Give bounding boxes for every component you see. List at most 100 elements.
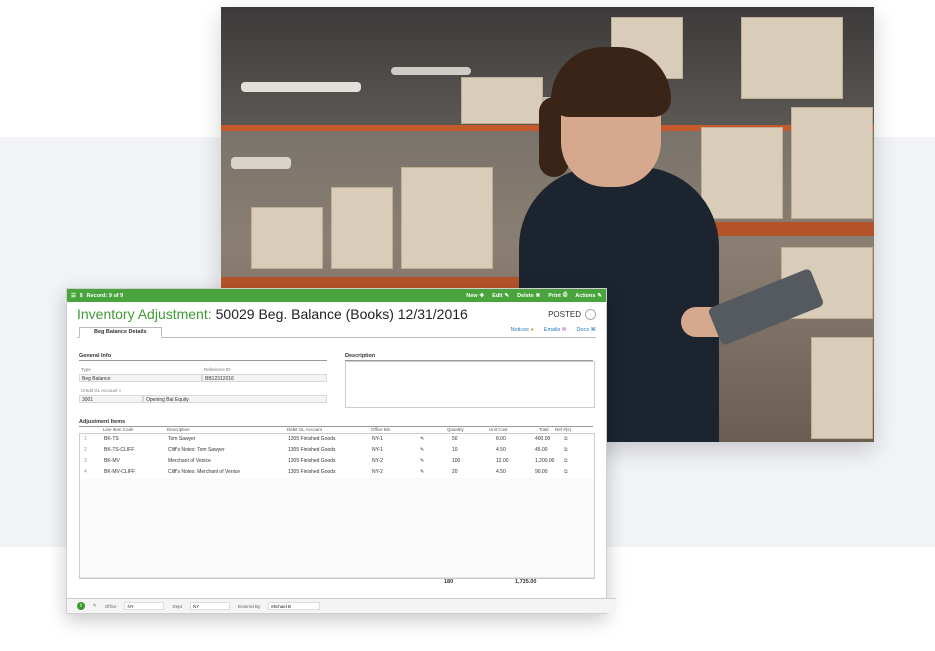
description-cell: Merchant of Venice — [168, 458, 211, 464]
info-icon[interactable]: i — [77, 602, 85, 610]
unit-cost-cell: 12.00 — [496, 458, 509, 464]
type-label: Type — [81, 367, 91, 372]
row-number: 4 — [84, 469, 87, 475]
docs-link[interactable]: Docs ⌘ — [576, 327, 596, 333]
quantity-cell: 20 — [452, 469, 458, 475]
description-cell: Cliff's Notes: Tom Sawyer — [168, 447, 225, 453]
page-title-row: Inventory Adjustment: 50029 Beg. Balance… — [67, 302, 606, 326]
shelf-box — [811, 337, 873, 439]
pin-icon[interactable]: ✎ — [420, 434, 424, 445]
top-toolbar: ☰ ⇕ Record: 9 of 9 New ✚ Edit ✎ Delete ✖ Pr… — [67, 289, 606, 302]
type-field[interactable]: Beg Balance — [79, 374, 202, 382]
column-header[interactable]: Office Bin — [371, 427, 390, 432]
description-heading: Description — [345, 353, 593, 361]
page-title-label: Inventory Adjustment: — [77, 306, 212, 322]
adjustment-items-heading: Adjustment Items — [79, 419, 593, 427]
shelf-box — [251, 207, 323, 269]
print-label: Print — [548, 292, 561, 299]
unit-cost-cell: 4.50 — [496, 447, 506, 453]
table-row[interactable] — [80, 566, 594, 578]
credit-gl-name-field: Opening Bal Equity — [143, 395, 327, 403]
reference-id-label: Reference ID — [204, 367, 231, 372]
pin-icon[interactable]: ✎ — [420, 467, 424, 478]
description-cell: Tom Sawyer — [168, 436, 196, 442]
ref-icon[interactable]: ⧉ — [564, 434, 568, 445]
print-button[interactable]: Print ⎙ — [548, 292, 567, 299]
office-bin-cell: NY-2 — [372, 469, 383, 475]
docs-label: Docs — [576, 327, 589, 333]
quantity-cell: 10 — [452, 447, 458, 453]
notices-link[interactable]: Notices ● — [511, 327, 534, 333]
reference-id-field[interactable]: BB12312016 — [202, 374, 327, 382]
emails-label: Emails — [543, 327, 561, 333]
ref-icon[interactable]: ⧉ — [564, 445, 568, 456]
credit-gl-account-field[interactable]: 3001 — [79, 395, 143, 403]
paperclip-icon: ⌘ — [590, 327, 597, 333]
line-item-code: BK-MV-CLIFF — [104, 469, 136, 475]
info-icon: ● — [530, 327, 534, 333]
delete-button[interactable]: Delete ✖ — [517, 292, 540, 299]
credit-gl-account-label[interactable]: Credit GL Account » — [81, 388, 121, 393]
ref-icon[interactable]: ⧉ — [564, 467, 568, 478]
column-header[interactable]: Total — [539, 427, 549, 432]
menu-icon[interactable]: ☰ — [71, 293, 76, 299]
row-number: 2 — [84, 447, 87, 453]
page-title: 50029 Beg. Balance (Books) 12/31/2016 — [215, 306, 468, 322]
pin-icon[interactable]: ✎ — [93, 603, 97, 609]
pin-icon[interactable]: ✎ — [420, 445, 424, 456]
quantity-cell: 50 — [452, 436, 458, 442]
emails-link[interactable]: Emails ✉ — [544, 327, 567, 333]
line-item-code: BK-TS-CLIFF — [104, 447, 135, 453]
pin-icon[interactable]: ✎ — [420, 456, 424, 467]
shelf-box — [741, 17, 843, 99]
description-textarea[interactable] — [345, 361, 595, 408]
edit-label: Edit — [492, 292, 503, 299]
office-bin-cell: NY-1 — [372, 436, 383, 442]
ref-icon[interactable]: ⧉ — [564, 456, 568, 467]
edit-button[interactable]: Edit ✎ — [492, 292, 509, 299]
status-toggle[interactable] — [585, 308, 596, 320]
column-header[interactable]: Description — [167, 427, 190, 432]
footer-bar: i ✎ Office NY Dept NY Entered By Michael… — [67, 598, 616, 613]
notices-label: Notices — [510, 327, 529, 333]
tab-beg-balance-details[interactable]: Beg Balance Details — [79, 327, 162, 338]
ceiling-light — [391, 67, 471, 75]
total-amount: 1,735.00 — [515, 579, 537, 585]
debit-gl-cell: 1305 Finished Goods — [288, 458, 336, 464]
shelf-box — [461, 77, 543, 124]
shelf-box — [791, 107, 873, 219]
column-header[interactable]: Quantity — [447, 427, 464, 432]
description-cell: Cliff's Notes: Merchant of Venice — [168, 469, 241, 475]
printer-icon: ⎙ — [562, 292, 568, 298]
pencil-icon: ✎ — [504, 292, 510, 299]
tablet-device — [707, 267, 825, 347]
row-number: 1 — [84, 436, 87, 442]
sort-icon[interactable]: ⇕ — [79, 293, 84, 299]
status-badge: POSTED — [548, 308, 596, 320]
inventory-adjustment-window: ☰ ⇕ Record: 9 of 9 New ✚ Edit ✎ Delete ✖ Pr… — [66, 288, 616, 614]
new-button[interactable]: New ✚ — [466, 292, 484, 299]
column-header[interactable]: Debit GL Account — [287, 427, 322, 432]
debit-gl-cell: 1305 Finished Goods — [288, 469, 336, 475]
status-text: POSTED — [548, 309, 581, 319]
close-icon: ✖ — [535, 292, 541, 299]
actions-label: Actions — [575, 292, 596, 299]
office-bin-cell: NY-2 — [372, 458, 383, 464]
unit-cost-cell: 4.50 — [496, 469, 506, 475]
adjustment-items-grid: 1 BK-TS Tom Sawyer 1305 Finished Goods NY-1 5… — [79, 433, 595, 579]
office-label: Office — [104, 603, 117, 609]
dept-field[interactable]: NY — [189, 602, 230, 610]
envelope-icon: ✉ — [561, 327, 567, 333]
general-info-heading: General Info — [79, 353, 327, 361]
column-header[interactable]: Line Item Code — [103, 427, 134, 432]
column-header[interactable]: Unit Cost — [489, 427, 508, 432]
quantity-cell: 100 — [452, 458, 461, 464]
row-number: 3 — [84, 458, 87, 464]
entered-by-field: Michael B — [268, 602, 321, 610]
shelf-box — [701, 127, 783, 219]
tab-bar: Beg Balance Details Notices ● Emails ✉ D… — [77, 326, 596, 338]
office-field[interactable]: NY — [124, 602, 165, 610]
new-label: New — [466, 292, 478, 299]
actions-button[interactable]: Actions ✎ — [575, 292, 602, 299]
column-header[interactable]: Ref #(s) — [555, 427, 571, 432]
